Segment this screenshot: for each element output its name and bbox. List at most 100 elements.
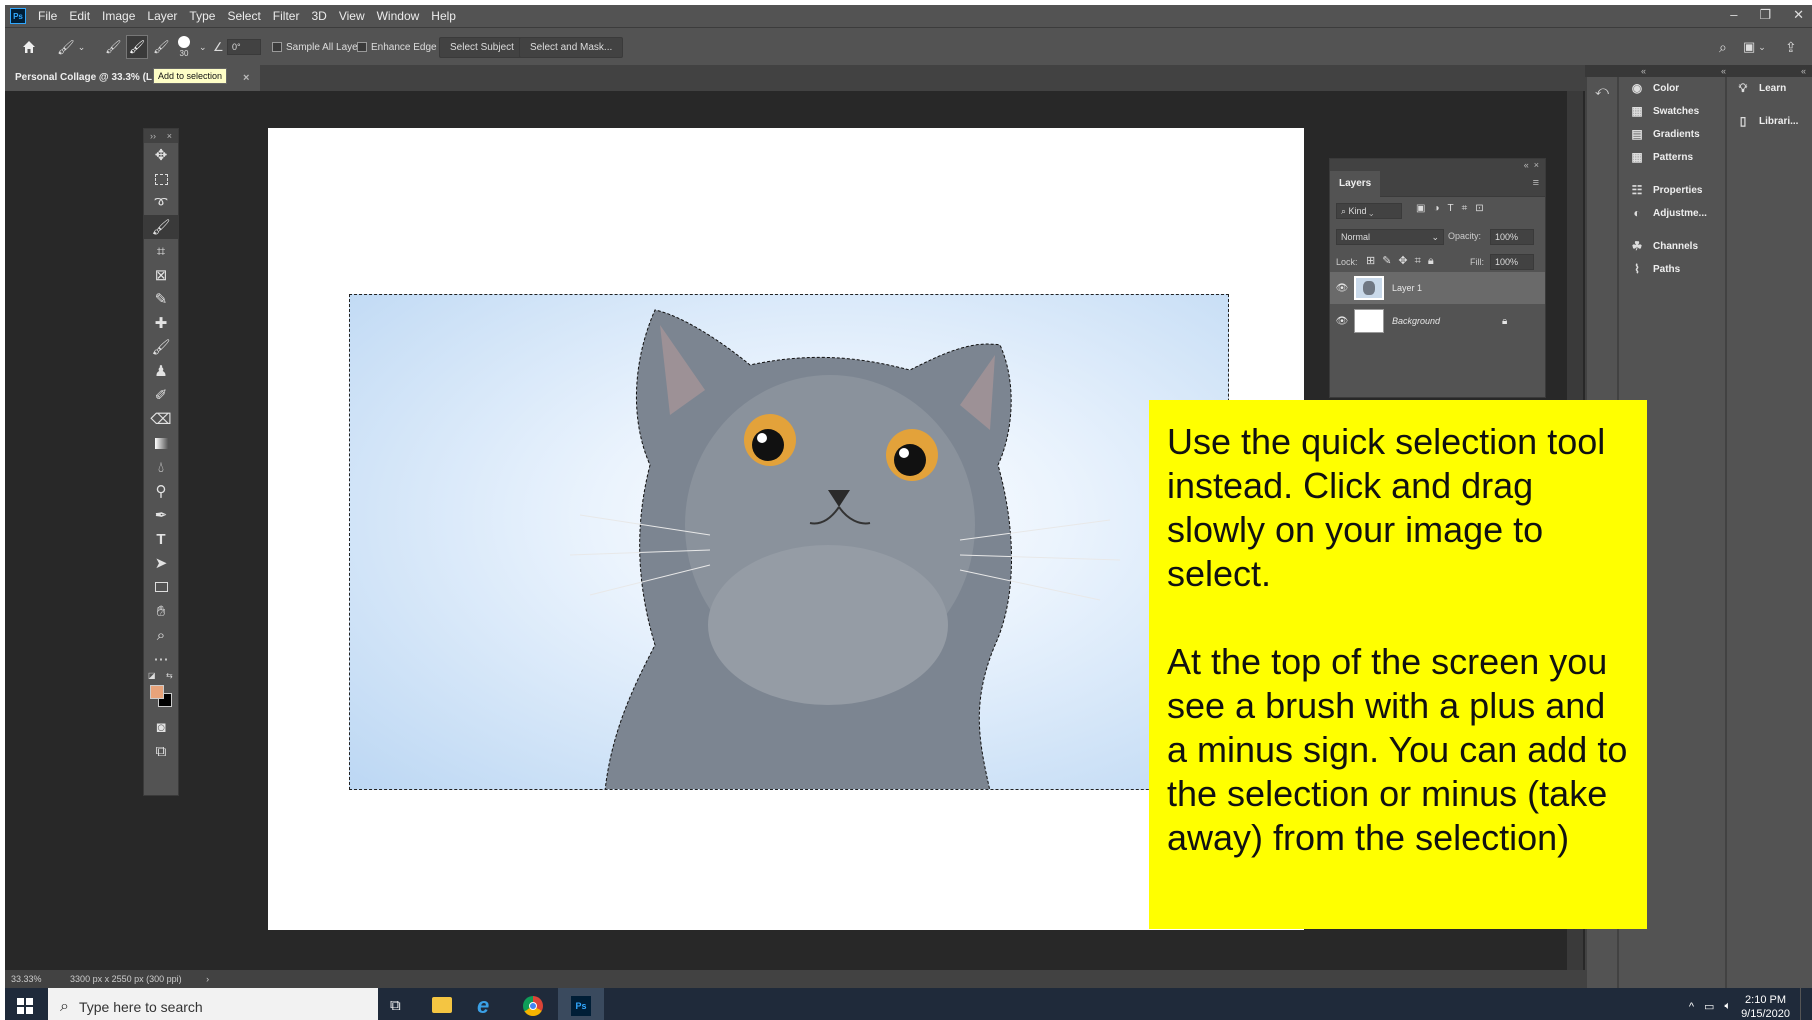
panel-libraries[interactable]: ▯ Librari... bbox=[1735, 114, 1799, 128]
pen-tool-icon[interactable]: ✒ bbox=[144, 503, 178, 527]
default-colors-icon[interactable]: ◪ bbox=[148, 671, 156, 680]
eraser-tool-icon[interactable]: ⌫ bbox=[144, 407, 178, 431]
menu-3d[interactable]: 3D bbox=[305, 5, 332, 27]
frame-tool-icon[interactable]: ⊠ bbox=[144, 263, 178, 287]
healing-brush-tool-icon[interactable]: ✚ bbox=[144, 311, 178, 335]
network-icon[interactable]: ▭ bbox=[1704, 1000, 1714, 1013]
share-icon[interactable]: ⇪ bbox=[1785, 28, 1797, 66]
swap-colors-icon[interactable]: ⇆ bbox=[166, 671, 173, 680]
menu-select[interactable]: Select bbox=[221, 5, 266, 27]
sample-all-layers-checkbox[interactable]: Sample All Layers bbox=[272, 28, 366, 66]
move-tool-icon[interactable]: ✥ bbox=[144, 143, 178, 167]
lasso-tool-icon[interactable]: ➰︎ bbox=[144, 191, 178, 215]
minimize-icon[interactable]: – bbox=[1730, 5, 1737, 25]
layer-row-background[interactable]: 👁︎ Background 🔒︎ bbox=[1330, 305, 1545, 337]
quick-mask-icon[interactable]: ◙ bbox=[144, 715, 178, 739]
layer-name[interactable]: Layer 1 bbox=[1392, 283, 1422, 293]
restore-icon[interactable]: ❐ bbox=[1759, 5, 1771, 25]
angle-field[interactable]: 0° bbox=[227, 39, 261, 55]
menu-edit[interactable]: Edit bbox=[63, 5, 96, 27]
home-icon[interactable] bbox=[21, 28, 37, 66]
gradient-tool-icon[interactable] bbox=[144, 431, 178, 455]
panel-color[interactable]: ◉ Color bbox=[1629, 81, 1679, 95]
menu-type[interactable]: Type bbox=[183, 5, 221, 27]
edge-browser-icon[interactable]: e bbox=[477, 993, 489, 1019]
blend-mode-select[interactable]: Normal ⌄ bbox=[1336, 229, 1444, 245]
search-icon[interactable]: ⌕ bbox=[1719, 28, 1727, 66]
marquee-tool-icon[interactable] bbox=[144, 167, 178, 191]
show-desktop-button[interactable] bbox=[1800, 988, 1804, 1020]
brush-size-picker[interactable]: 30 bbox=[178, 28, 190, 66]
zoom-level[interactable]: 33.33% bbox=[11, 974, 42, 984]
document-size[interactable]: 3300 px x 2550 px (300 ppi) bbox=[70, 974, 182, 984]
menu-view[interactable]: View bbox=[333, 5, 371, 27]
volume-icon[interactable]: 🔈︎ bbox=[1724, 1000, 1731, 1013]
opacity-field[interactable]: 100% bbox=[1490, 229, 1534, 245]
screen-mode-icon[interactable]: ⧉ bbox=[144, 739, 178, 763]
panel-properties[interactable]: ☷ Properties bbox=[1629, 183, 1703, 197]
layer-name[interactable]: Background bbox=[1392, 316, 1502, 326]
close-panel-icon[interactable]: × bbox=[167, 129, 172, 143]
subtract-from-selection-brush-icon[interactable]: 🖌︎ bbox=[153, 28, 170, 66]
menu-file[interactable]: File bbox=[32, 5, 63, 27]
rectangle-tool-icon[interactable] bbox=[144, 575, 178, 599]
eyedropper-tool-icon[interactable]: ✎ bbox=[144, 287, 178, 311]
layer-row-layer-1[interactable]: 👁︎ Layer 1 bbox=[1330, 272, 1545, 304]
layers-panel-header[interactable]: « × bbox=[1330, 159, 1545, 171]
tools-panel-header[interactable]: ›› × bbox=[144, 129, 178, 143]
menu-layer[interactable]: Layer bbox=[141, 5, 183, 27]
select-subject-button[interactable]: Select Subject bbox=[439, 36, 525, 58]
enhance-edge-checkbox[interactable]: Enhance Edge bbox=[357, 28, 437, 66]
filter-icons[interactable]: ▣◑T⌗⊡ bbox=[1416, 203, 1492, 214]
chrome-icon[interactable] bbox=[523, 996, 543, 1016]
taskbar-search[interactable]: ⌕ Type here to search bbox=[48, 988, 378, 1020]
close-window-icon[interactable]: ✕ bbox=[1793, 5, 1804, 25]
menu-image[interactable]: Image bbox=[96, 5, 141, 27]
dock-collapse-bar[interactable]: « « « bbox=[1585, 65, 1812, 77]
cat-photo[interactable] bbox=[349, 294, 1229, 790]
new-selection-brush-icon[interactable]: 🖌︎ bbox=[105, 28, 122, 66]
photoshop-logo-icon[interactable]: Ps bbox=[10, 8, 26, 24]
blur-tool-icon[interactable]: 💧︎ bbox=[144, 455, 178, 479]
quick-selection-tool-icon[interactable]: 🖌︎ bbox=[144, 215, 178, 239]
menu-filter[interactable]: Filter bbox=[267, 5, 306, 27]
panel-menu-icon[interactable]: ≡ bbox=[1533, 177, 1539, 189]
file-explorer-icon[interactable] bbox=[432, 997, 452, 1013]
panel-paths[interactable]: ⌇ Paths bbox=[1629, 262, 1680, 276]
add-to-selection-brush-icon[interactable]: 🖌︎ bbox=[126, 35, 148, 59]
chevron-down-icon[interactable]: ⌄ bbox=[199, 28, 207, 66]
brush-tool-icon[interactable]: 🖌︎ bbox=[144, 335, 178, 359]
hand-tool-icon[interactable]: ✋︎ bbox=[144, 599, 178, 623]
eye-icon[interactable]: 👁︎ bbox=[1330, 283, 1354, 294]
clock[interactable]: 2:10 PM 9/15/2020 bbox=[1741, 993, 1790, 1020]
close-tab-icon[interactable]: × bbox=[243, 65, 249, 91]
history-brush-tool-icon[interactable]: ✐ bbox=[144, 383, 178, 407]
panel-adjustments[interactable]: ◐ Adjustme... bbox=[1629, 206, 1707, 220]
tab-layers[interactable]: Layers bbox=[1330, 171, 1381, 197]
zoom-tool-icon[interactable]: ⌕ bbox=[144, 623, 178, 647]
foreground-color-swatch[interactable] bbox=[150, 685, 164, 699]
status-chevron-icon[interactable]: › bbox=[206, 974, 209, 984]
panel-learn[interactable]: 💡︎ Learn bbox=[1735, 81, 1786, 95]
windows-start-icon[interactable] bbox=[17, 998, 33, 1014]
edit-toolbar-icon[interactable]: ⋯ bbox=[144, 647, 178, 671]
task-view-icon[interactable]: ⧉ bbox=[390, 997, 401, 1014]
photoshop-taskbar-button[interactable]: Ps bbox=[558, 988, 604, 1020]
path-selection-tool-icon[interactable]: ➤ bbox=[144, 551, 178, 575]
workspace-icon[interactable]: ▣ ⌄ bbox=[1743, 28, 1766, 66]
tool-preset-picker[interactable]: 🖌︎ ⌄ bbox=[57, 28, 85, 66]
panel-swatches[interactable]: ▦ Swatches bbox=[1629, 104, 1699, 118]
clone-stamp-tool-icon[interactable]: ♟ bbox=[144, 359, 178, 383]
select-and-mask-button[interactable]: Select and Mask... bbox=[519, 36, 624, 58]
filter-kind-select[interactable]: ⌕ Kind ⌄ bbox=[1336, 203, 1402, 219]
dodge-tool-icon[interactable]: ⚲ bbox=[144, 479, 178, 503]
eye-icon[interactable]: 👁︎ bbox=[1330, 316, 1354, 327]
expand-icon[interactable]: ›› bbox=[150, 129, 156, 143]
menu-window[interactable]: Window bbox=[371, 5, 426, 27]
crop-tool-icon[interactable]: ⌗ bbox=[144, 239, 178, 263]
panel-gradients[interactable]: ▤ Gradients bbox=[1629, 127, 1699, 141]
document-tab[interactable]: Personal Collage @ 33.3% (L Add to selec… bbox=[5, 65, 260, 91]
chevron-up-icon[interactable]: ^ bbox=[1689, 1001, 1694, 1013]
panel-patterns[interactable]: ▦ Patterns bbox=[1629, 150, 1693, 164]
lock-icons[interactable]: ⊞✎✥⌗🔒︎ bbox=[1366, 254, 1441, 268]
